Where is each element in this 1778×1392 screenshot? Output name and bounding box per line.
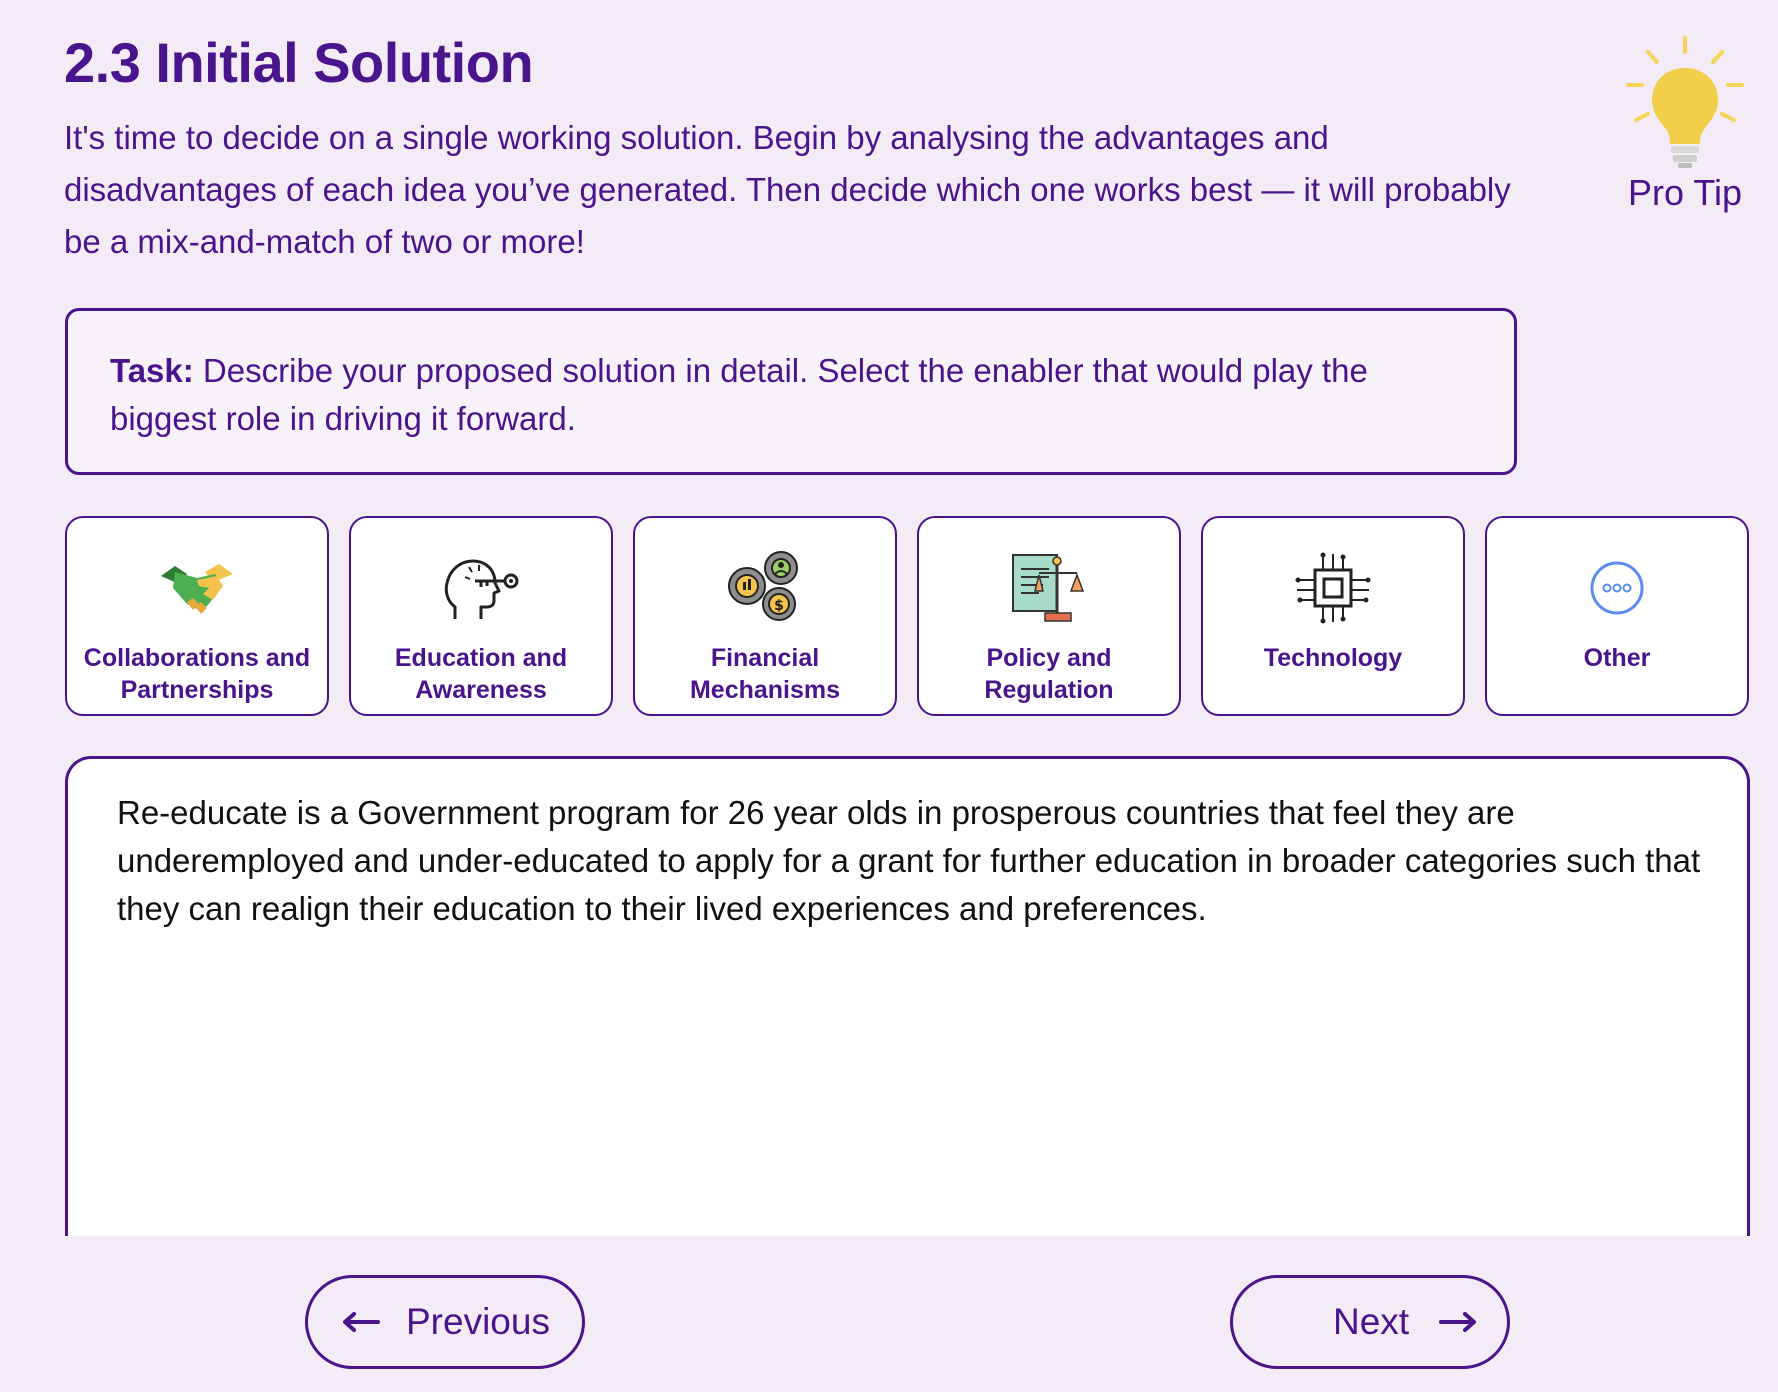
- handshake-icon: [161, 564, 233, 614]
- more-dots-icon: [1590, 561, 1644, 615]
- page-title: 2.3 Initial Solution: [64, 31, 534, 94]
- solution-text[interactable]: Re-educate is a Government program for 2…: [117, 789, 1707, 933]
- previous-label: Previous: [406, 1301, 550, 1342]
- task-box: Task: Describe your proposed solution in…: [65, 308, 1517, 475]
- enabler-technology[interactable]: Technology: [1201, 516, 1465, 716]
- svg-text:$: $: [774, 598, 784, 614]
- head-key-icon: [444, 559, 519, 619]
- intro-text: It's time to decide on a single working …: [64, 119, 1511, 260]
- previous-button[interactable]: Previous: [305, 1275, 585, 1369]
- next-button[interactable]: Next: [1230, 1275, 1510, 1369]
- scales-document-icon: [1012, 554, 1085, 622]
- enabler-label: Education and Awareness: [394, 644, 568, 704]
- gears-money-icon: $: [728, 551, 798, 621]
- chip-icon: [1295, 552, 1371, 624]
- enabler-financial[interactable]: $ Financial Mechanisms: [633, 516, 897, 716]
- task-key: Task:: [110, 352, 194, 389]
- arrow-left-icon: [343, 1312, 380, 1332]
- arrow-right-icon: [1439, 1312, 1477, 1332]
- enabler-other[interactable]: Other: [1485, 516, 1749, 716]
- solution-textarea[interactable]: Re-educate is a Government program for 2…: [65, 756, 1750, 1236]
- enabler-education[interactable]: Education and Awareness: [349, 516, 613, 716]
- task-text: Describe your proposed solution in detai…: [110, 352, 1368, 437]
- enabler-label: Policy and Regulation: [984, 644, 1114, 704]
- next-label: Next: [1333, 1301, 1410, 1342]
- enabler-label: Technology: [1263, 644, 1403, 672]
- enabler-label: Financial Mechanisms: [689, 644, 841, 704]
- enabler-collaborations[interactable]: Collaborations and Partnerships: [65, 516, 329, 716]
- enabler-policy[interactable]: Policy and Regulation: [917, 516, 1181, 716]
- lightbulb-icon: [1626, 36, 1744, 168]
- enabler-label: Collaborations and Partnerships: [83, 644, 311, 704]
- enabler-list: Collaborations and Partnerships Educatio…: [65, 516, 1750, 716]
- pro-tip-label: Pro Tip: [1627, 172, 1743, 213]
- pro-tip-button[interactable]: Pro Tip: [1610, 30, 1760, 230]
- enabler-label: Other: [1583, 644, 1651, 672]
- page: 2.3 Initial Solution It's time to decide…: [0, 0, 1778, 1392]
